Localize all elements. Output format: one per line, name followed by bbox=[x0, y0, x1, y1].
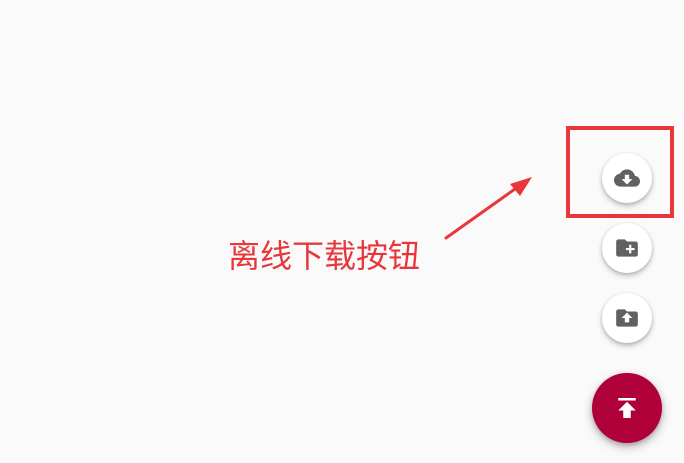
upload-fab-button[interactable] bbox=[592, 373, 662, 443]
create-folder-icon bbox=[614, 235, 640, 261]
upload-icon bbox=[612, 393, 642, 423]
create-folder-button[interactable] bbox=[602, 223, 652, 273]
upload-folder-icon bbox=[614, 305, 640, 331]
annotation-arrow bbox=[444, 177, 532, 240]
offline-download-button[interactable] bbox=[602, 153, 652, 203]
cloud-download-icon bbox=[614, 165, 640, 191]
upload-folder-button[interactable] bbox=[602, 293, 652, 343]
page: 离线下载按钮 bbox=[0, 0, 684, 463]
annotation-label: 离线下载按钮 bbox=[228, 237, 421, 275]
